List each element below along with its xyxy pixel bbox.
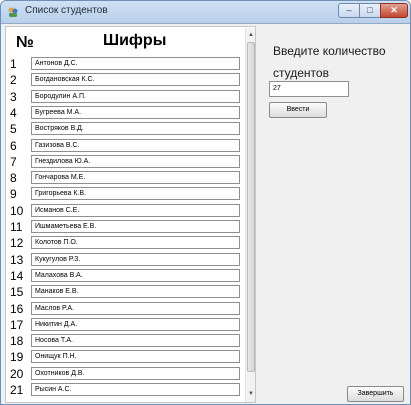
cipher-field[interactable]: Богдановская К.С. [31,73,240,87]
row-number: 2 [10,73,17,88]
student-count-input[interactable]: 27 [269,81,349,97]
number-column-header: № [16,34,34,51]
cipher-field[interactable]: Ишмаметьева Е.В. [31,220,240,233]
row-number: 11 [10,220,23,234]
row-number: 13 [10,252,24,267]
list-item: 16 Маслов Р.А. [6,301,246,317]
row-number: 19 [10,350,24,365]
cipher-field[interactable]: Гончарова М.Е. [31,171,240,185]
cipher-field[interactable]: Газизова В.С. [31,138,240,152]
ciphers-column-header: Шифры [103,32,167,49]
list-item: 3 Бородулин А.П. [6,89,246,105]
list-item: 14 Малахова В.А. [6,268,246,284]
scroll-up-arrow-icon[interactable]: ▲ [246,29,255,41]
cipher-field[interactable]: Бугреева М.А. [31,105,240,119]
list-item: 13 Кукугулов Р.З. [6,252,246,268]
minimize-button[interactable]: – [338,3,360,18]
list-item: 9 Григорьева К.В. [6,186,246,202]
maximize-button[interactable]: □ [359,3,381,18]
cipher-field[interactable]: Колотов П.О. [31,236,240,250]
main-window: Список студентов – □ ✕ № Шифры 1 Антонов … [0,0,411,405]
row-number: 10 [10,203,24,218]
list-item: 20 Охотников Д.В. [6,366,246,382]
cipher-field[interactable]: Малахова В.А. [31,268,240,282]
row-number: 3 [10,89,17,104]
cipher-field[interactable]: Антонов Д.С. [31,57,240,70]
count-prompt: Введите количество студентов [273,44,386,80]
list-item: 11 Ишмаметьева Е.В. [6,219,246,235]
window-title: Список студентов [25,5,108,16]
enter-button[interactable]: Ввести [269,102,327,118]
row-number: 20 [10,366,24,381]
vertical-scrollbar[interactable]: ▲ ▼ [245,28,255,402]
row-number: 9 [10,187,17,202]
list-item: 1 Антонов Д.С. [6,56,246,72]
cipher-field[interactable]: Онищук П.Н. [31,350,240,364]
row-number: 8 [10,171,17,186]
row-number: 18 [10,334,24,349]
cipher-field[interactable]: Охотников Д.В. [31,366,240,380]
cipher-field[interactable]: Маслов Р.А. [31,301,240,315]
title-bar[interactable]: Список студентов – □ ✕ [1,1,410,24]
list-item: 18 Носова Т.А. [6,333,246,349]
cipher-field[interactable]: Бородулин А.П. [31,89,240,103]
list-item: 21 Рысин А.С. [6,382,246,398]
list-item: 4 Бугреева М.А. [6,105,246,121]
list-item: 6 Газизова В.С. [6,138,246,154]
row-number: 5 [10,122,17,137]
cipher-field[interactable]: Исманов С.Е. [31,203,240,217]
list-item: 15 Манаков Е.В. [6,284,246,300]
list-item: 19 Онищук П.Н. [6,349,246,365]
finish-button[interactable]: Завершить [347,386,404,402]
student-list-panel: № Шифры 1 Антонов Д.С. 2 Богдановская К.С. 3… [5,26,256,403]
cipher-field[interactable]: Гнездилова Ю.А. [31,154,240,168]
row-number: 17 [10,317,24,332]
cipher-field[interactable]: Манаков Е.В. [31,285,240,299]
row-number: 7 [10,154,17,169]
row-number: 14 [10,268,24,283]
cipher-field[interactable]: Григорьева К.В. [31,187,240,201]
list-item: 17 Никитин Д.А. [6,317,246,333]
row-number: 1 [10,57,17,71]
cipher-field[interactable]: Никитин Д.А. [31,317,240,331]
row-number: 12 [10,236,24,251]
scroll-down-arrow-icon[interactable]: ▼ [246,388,255,400]
list-item: 7 Гнездилова Ю.А. [6,154,246,170]
app-icon [8,7,18,17]
list-item: 8 Гончарова М.Е. [6,170,246,186]
list-item: 12 Колотов П.О. [6,235,246,251]
cipher-field[interactable]: Носова Т.А. [31,334,240,348]
row-number: 4 [10,105,17,120]
list-item: 10 Исманов С.Е. [6,203,246,219]
row-number: 6 [10,138,17,153]
row-number: 16 [10,301,24,316]
row-number: 21 [10,383,24,397]
cipher-field[interactable]: Востряков В.Д. [31,122,240,136]
cipher-field[interactable]: Рысин А.С. [31,383,240,396]
list-item: 2 Богдановская К.С. [6,72,246,88]
scrollbar-thumb[interactable] [247,42,255,372]
row-number: 15 [10,285,24,300]
cipher-field[interactable]: Кукугулов Р.З. [31,252,240,266]
close-button[interactable]: ✕ [380,3,408,18]
list-item: 5 Востряков В.Д. [6,121,246,137]
